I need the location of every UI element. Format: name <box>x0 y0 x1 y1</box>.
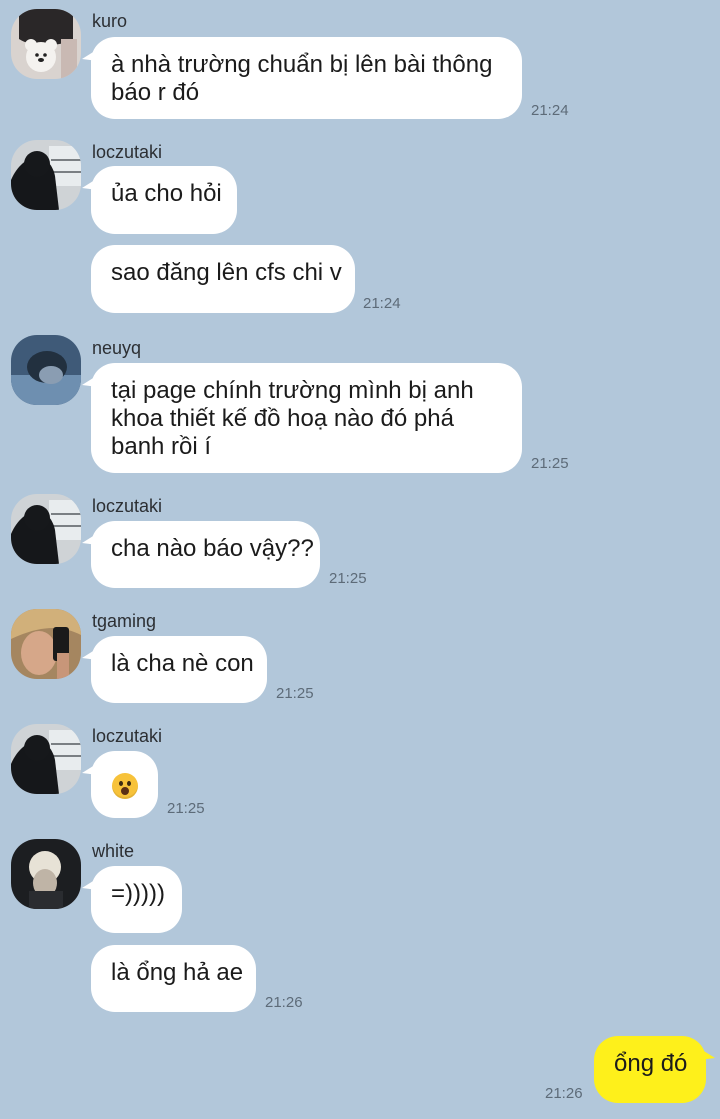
message-time: 21:26 <box>265 994 303 1011</box>
sender-name: white <box>92 841 135 861</box>
sender-name: loczutaki <box>92 142 163 162</box>
my-message-time: 21:26 <box>545 1085 583 1102</box>
message-time: 21:25 <box>167 800 205 817</box>
message-bubble[interactable]: à nhà trường chuẩn bị lên bài thông báo … <box>82 37 522 119</box>
message-bubble[interactable]: tại page chính trường mình bị anh khoa t… <box>82 363 522 473</box>
sender-name: loczutaki <box>92 496 163 516</box>
sender-name: kuro <box>92 11 128 31</box>
message-bubble[interactable]: sao đăng lên cfs chi v <box>91 245 355 313</box>
message-bubble[interactable]: cha nào báo vậy?? <box>82 521 320 588</box>
message-bubble[interactable] <box>82 751 158 818</box>
my-message-bubble[interactable]: ổng đó <box>594 1036 715 1103</box>
message-bubble[interactable]: ủa cho hỏi <box>82 166 237 234</box>
message-time: 21:25 <box>329 570 367 587</box>
avatar-kuro[interactable] <box>11 9 81 79</box>
sender-name: loczutaki <box>92 726 163 746</box>
message-bubble[interactable]: là cha nè con <box>82 636 267 703</box>
message-time: 21:24 <box>363 295 401 312</box>
avatar-loczutaki[interactable] <box>11 724 81 794</box>
message-bubble[interactable]: =))))) <box>82 866 182 933</box>
avatar-loczutaki[interactable] <box>11 494 81 564</box>
avatar-neuyq[interactable] <box>11 335 81 405</box>
sender-name: tgaming <box>92 611 157 631</box>
avatar-white[interactable] <box>11 839 81 909</box>
message-time: 21:24 <box>531 102 569 119</box>
astonished-face-icon <box>111 772 138 799</box>
message-time: 21:25 <box>531 455 569 472</box>
avatar-loczutaki[interactable] <box>11 140 81 210</box>
sender-name: neuyq <box>92 338 142 358</box>
avatar-tgaming[interactable] <box>11 609 81 679</box>
message-time: 21:25 <box>276 685 314 702</box>
message-bubble[interactable]: là ổng hả ae <box>91 945 256 1012</box>
